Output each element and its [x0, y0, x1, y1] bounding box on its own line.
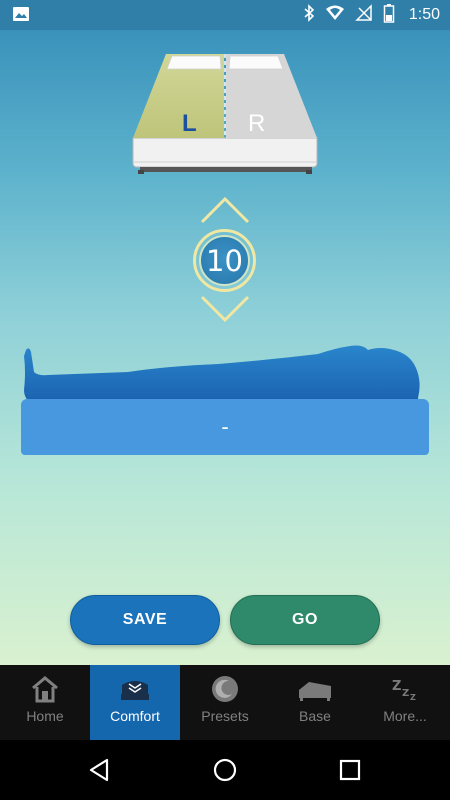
- tab-more-label: More...: [383, 708, 427, 724]
- bluetooth-icon: [303, 3, 315, 27]
- back-icon[interactable]: [87, 757, 113, 783]
- svg-text:Z: Z: [410, 693, 416, 702]
- tab-presets-label: Presets: [201, 708, 249, 724]
- tab-comfort-label: Comfort: [110, 708, 160, 724]
- adjustable-bed-icon: [297, 674, 333, 704]
- tab-base[interactable]: Base: [270, 665, 360, 740]
- no-signal-icon: [355, 3, 373, 27]
- bed-comfort-icon: [118, 674, 152, 704]
- decrease-level-button[interactable]: [199, 294, 251, 324]
- svg-text:Z: Z: [402, 688, 409, 699]
- system-nav-bar: [0, 740, 450, 800]
- increase-level-button[interactable]: [199, 195, 251, 225]
- wifi-icon: [325, 4, 345, 27]
- home-circle-icon[interactable]: [212, 757, 238, 783]
- mattress-setting-value: -: [221, 414, 229, 439]
- image-icon: [12, 6, 30, 27]
- mattress-setting-bar: -: [21, 399, 429, 455]
- tab-home-label: Home: [26, 708, 64, 724]
- go-button[interactable]: GO: [230, 595, 380, 645]
- status-time: 1:50: [408, 6, 440, 23]
- tab-more[interactable]: Z Z Z More...: [360, 665, 450, 740]
- recent-apps-icon[interactable]: [337, 757, 363, 783]
- bed-right-label[interactable]: R: [248, 110, 265, 138]
- bottom-tab-bar: Home Comfort Presets Base Z Z Z More...: [0, 665, 450, 740]
- bed-left-label[interactable]: L: [182, 110, 197, 138]
- comfort-level-value: 10: [199, 235, 250, 286]
- zzz-icon: Z Z Z: [390, 674, 420, 704]
- bed-side-selector[interactable]: L R: [130, 50, 320, 175]
- tab-home[interactable]: Home: [0, 665, 90, 740]
- save-button[interactable]: SAVE: [70, 595, 220, 645]
- home-icon: [30, 674, 60, 704]
- comfort-level-indicator: 10: [193, 229, 256, 292]
- moon-icon: [210, 674, 240, 704]
- tab-presets[interactable]: Presets: [180, 665, 270, 740]
- battery-icon: [383, 3, 395, 28]
- comfort-screen: L R 10 - SAVE GO: [0, 30, 450, 665]
- tab-base-label: Base: [299, 708, 331, 724]
- svg-text:Z: Z: [392, 679, 401, 694]
- tab-comfort[interactable]: Comfort: [90, 665, 180, 740]
- status-bar: 1:50: [0, 0, 450, 30]
